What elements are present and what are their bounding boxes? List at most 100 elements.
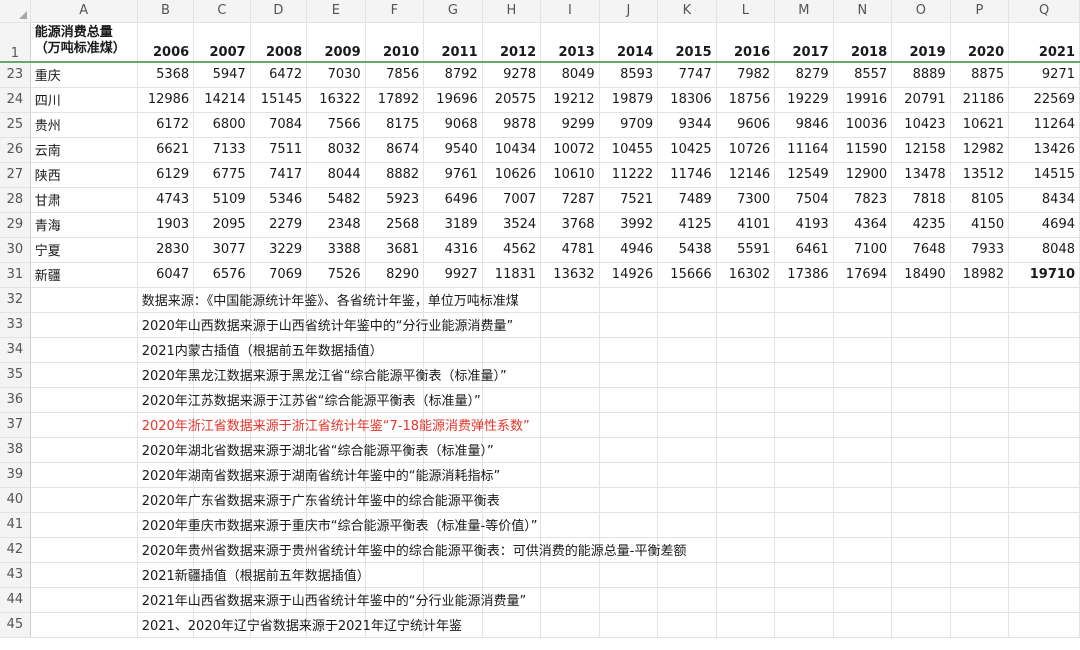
empty-cell[interactable] (950, 487, 1010, 513)
row-header[interactable]: 31 (0, 262, 31, 288)
value-cell[interactable]: 8889 (891, 62, 951, 88)
value-cell[interactable]: 7933 (950, 237, 1010, 263)
empty-cell[interactable] (540, 387, 600, 413)
empty-cell[interactable] (540, 587, 600, 613)
value-cell[interactable]: 13512 (950, 162, 1010, 188)
empty-cell[interactable] (30, 562, 138, 588)
empty-cell[interactable] (599, 612, 659, 638)
empty-cell[interactable] (833, 462, 893, 488)
value-cell[interactable]: 17892 (365, 87, 425, 113)
empty-cell[interactable] (540, 312, 600, 338)
value-cell[interactable]: 4235 (891, 212, 951, 238)
column-header-d[interactable]: D (250, 0, 308, 23)
value-cell[interactable]: 8557 (833, 62, 893, 88)
empty-cell[interactable] (599, 312, 659, 338)
column-header-k[interactable]: K (657, 0, 717, 23)
year-header-cell[interactable]: 2014 (599, 22, 659, 63)
province-cell[interactable]: 四川 (30, 87, 138, 113)
value-cell[interactable]: 11164 (774, 137, 834, 163)
value-cell[interactable]: 12549 (774, 162, 834, 188)
value-cell[interactable]: 9271 (1008, 62, 1080, 88)
value-cell[interactable]: 3768 (540, 212, 600, 238)
value-cell[interactable]: 6800 (193, 112, 251, 138)
province-cell[interactable]: 陕西 (30, 162, 138, 188)
row-header[interactable]: 29 (0, 212, 31, 238)
value-cell[interactable]: 8674 (365, 137, 425, 163)
empty-cell[interactable] (774, 287, 834, 313)
value-cell[interactable]: 5591 (716, 237, 776, 263)
value-cell[interactable]: 20575 (482, 87, 542, 113)
empty-cell[interactable] (599, 562, 659, 588)
value-cell[interactable]: 7823 (833, 187, 893, 213)
value-cell[interactable]: 17694 (833, 262, 893, 288)
value-cell[interactable]: 4150 (950, 212, 1010, 238)
empty-cell[interactable] (30, 537, 138, 563)
empty-cell[interactable] (30, 387, 138, 413)
value-cell[interactable]: 5368 (137, 62, 195, 88)
empty-cell[interactable] (950, 437, 1010, 463)
empty-cell[interactable] (30, 587, 138, 613)
row-header[interactable]: 34 (0, 337, 31, 363)
empty-cell[interactable] (1008, 512, 1080, 538)
empty-cell[interactable] (1008, 387, 1080, 413)
value-cell[interactable]: 16322 (306, 87, 366, 113)
value-cell[interactable]: 8032 (306, 137, 366, 163)
value-cell[interactable]: 15145 (250, 87, 308, 113)
note-cell[interactable]: 2021新疆插值（根据前五年数据插值） (137, 562, 370, 588)
value-cell[interactable]: 8792 (423, 62, 483, 88)
province-cell[interactable]: 重庆 (30, 62, 138, 88)
row-header[interactable]: 43 (0, 562, 31, 588)
empty-cell[interactable] (599, 512, 659, 538)
row-header[interactable]: 23 (0, 62, 31, 88)
empty-cell[interactable] (950, 562, 1010, 588)
value-cell[interactable]: 5346 (250, 187, 308, 213)
value-cell[interactable]: 9344 (657, 112, 717, 138)
value-cell[interactable]: 11264 (1008, 112, 1080, 138)
empty-cell[interactable] (833, 562, 893, 588)
empty-cell[interactable] (774, 462, 834, 488)
value-cell[interactable]: 9927 (423, 262, 483, 288)
note-cell[interactable]: 2020年江苏数据来源于江苏省“综合能源平衡表（标准量）” (137, 387, 481, 413)
value-cell[interactable]: 10423 (891, 112, 951, 138)
value-cell[interactable]: 7417 (250, 162, 308, 188)
column-header-j[interactable]: J (599, 0, 659, 23)
empty-cell[interactable] (30, 612, 138, 638)
value-cell[interactable]: 8875 (950, 62, 1010, 88)
value-cell[interactable]: 4101 (716, 212, 776, 238)
row-header[interactable]: 25 (0, 112, 31, 138)
value-cell[interactable]: 13426 (1008, 137, 1080, 163)
row-header[interactable]: 36 (0, 387, 31, 413)
value-cell[interactable]: 5109 (193, 187, 251, 213)
empty-cell[interactable] (30, 412, 138, 438)
row-header[interactable]: 42 (0, 537, 31, 563)
year-header-cell[interactable]: 2009 (306, 22, 366, 63)
empty-cell[interactable] (891, 312, 951, 338)
empty-cell[interactable] (540, 487, 600, 513)
value-cell[interactable]: 6472 (250, 62, 308, 88)
value-cell[interactable]: 3189 (423, 212, 483, 238)
value-cell[interactable]: 4781 (540, 237, 600, 263)
value-cell[interactable]: 7526 (306, 262, 366, 288)
value-cell[interactable]: 3077 (193, 237, 251, 263)
empty-cell[interactable] (540, 462, 600, 488)
empty-cell[interactable] (716, 362, 776, 388)
note-cell[interactable]: 2020年湖南省数据来源于湖南省统计年鉴中的“能源消耗指标” (137, 462, 500, 488)
empty-cell[interactable] (716, 337, 776, 363)
value-cell[interactable]: 7982 (716, 62, 776, 88)
empty-cell[interactable] (599, 587, 659, 613)
empty-cell[interactable] (774, 362, 834, 388)
empty-cell[interactable] (950, 512, 1010, 538)
empty-cell[interactable] (833, 362, 893, 388)
province-cell[interactable]: 新疆 (30, 262, 138, 288)
empty-cell[interactable] (833, 437, 893, 463)
year-header-cell[interactable]: 2013 (540, 22, 600, 63)
empty-cell[interactable] (657, 437, 717, 463)
column-header-e[interactable]: E (306, 0, 366, 23)
value-cell[interactable]: 9540 (423, 137, 483, 163)
empty-cell[interactable] (657, 587, 717, 613)
note-cell[interactable]: 2021年山西省数据来源于山西省统计年鉴中的“分行业能源消费量” (137, 587, 526, 613)
empty-cell[interactable] (1008, 562, 1080, 588)
value-cell[interactable]: 3992 (599, 212, 659, 238)
note-cell[interactable]: 2021内蒙古插值（根据前五年数据插值） (137, 337, 383, 363)
empty-cell[interactable] (657, 387, 717, 413)
